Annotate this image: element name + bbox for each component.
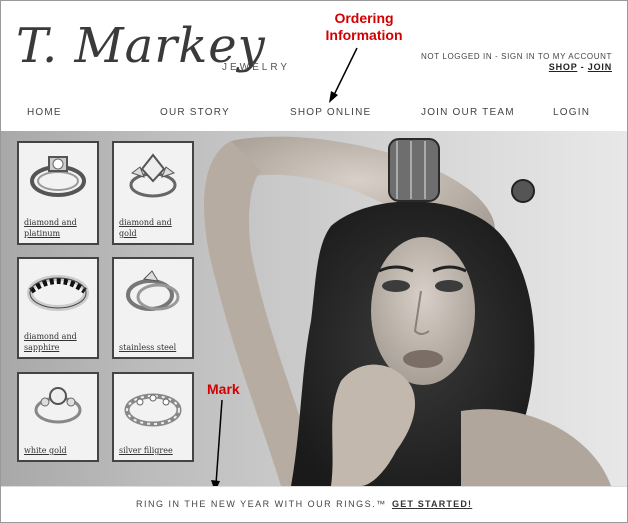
get-started-link[interactable]: GET STARTED! [392, 499, 472, 509]
promo-tagline: RING IN THE NEW YEAR WITH OUR RINGS.™ [136, 499, 387, 509]
account-status: NOT LOGGED IN - SIGN IN TO MY ACCOUNT [421, 52, 612, 61]
ring-steel-icon [126, 270, 180, 311]
tile-label-line: platinum [24, 229, 61, 238]
join-link[interactable]: JOIN [588, 62, 612, 72]
tile-label-line: diamond and [119, 218, 172, 227]
mark-annotation: Mark [207, 381, 240, 397]
main-nav: HOME OUR STORY SHOP ONLINE JOIN OUR TEAM… [0, 107, 628, 121]
category-tile[interactable]: silver filigree [112, 372, 194, 462]
ordering-information-annotation: Ordering Information [312, 10, 416, 44]
tile-label: diamond and gold [119, 217, 172, 239]
tile-label: stainless steel [119, 342, 176, 353]
ring-white-gold-icon [34, 387, 82, 424]
tile-label-line: silver filigree [119, 446, 173, 455]
category-tile[interactable]: stainless steel [112, 257, 194, 359]
category-tile[interactable]: diamond and sapphire [17, 257, 99, 359]
arrow-down-icon [211, 399, 223, 492]
arrow-down-icon [329, 47, 358, 103]
ring-sapphire-icon [27, 275, 89, 311]
brand-subtitle: JEWELRY [222, 62, 291, 73]
nav-login[interactable]: LOGIN [553, 107, 590, 118]
tile-label-line: gold [119, 229, 137, 238]
ring-platinum-icon [30, 156, 86, 197]
tile-label-line: stainless steel [119, 343, 177, 352]
shop-link[interactable]: SHOP [549, 62, 578, 72]
ring-gold-icon [129, 153, 177, 198]
annotation-line: Information [325, 27, 403, 43]
category-tile[interactable]: white gold [17, 372, 99, 462]
account-links: SHOP - JOIN [549, 62, 612, 72]
nav-shop-online[interactable]: SHOP ONLINE [290, 107, 371, 118]
annotation-line: Ordering [334, 10, 394, 26]
tile-label-line: white gold [24, 446, 67, 455]
tile-label: white gold [24, 445, 67, 456]
nav-home[interactable]: HOME [27, 107, 62, 118]
tile-label-line: diamond and [24, 332, 77, 341]
nav-join-our-team[interactable]: JOIN OUR TEAM [421, 107, 515, 118]
link-separator: - [580, 62, 585, 72]
category-tile[interactable]: diamond and gold [112, 141, 194, 245]
tile-label-line: diamond and [24, 218, 77, 227]
nav-our-story[interactable]: OUR STORY [160, 107, 230, 118]
category-tile[interactable]: diamond and platinum [17, 141, 99, 245]
tile-label-line: sapphire [24, 343, 60, 352]
tile-label: diamond and sapphire [24, 331, 77, 353]
tile-label: silver filigree [119, 445, 173, 456]
tile-label: diamond and platinum [24, 217, 77, 239]
ring-filigree-icon [124, 393, 182, 427]
hero-banner: diamond and platinum diamond and gold di… [1, 131, 627, 486]
